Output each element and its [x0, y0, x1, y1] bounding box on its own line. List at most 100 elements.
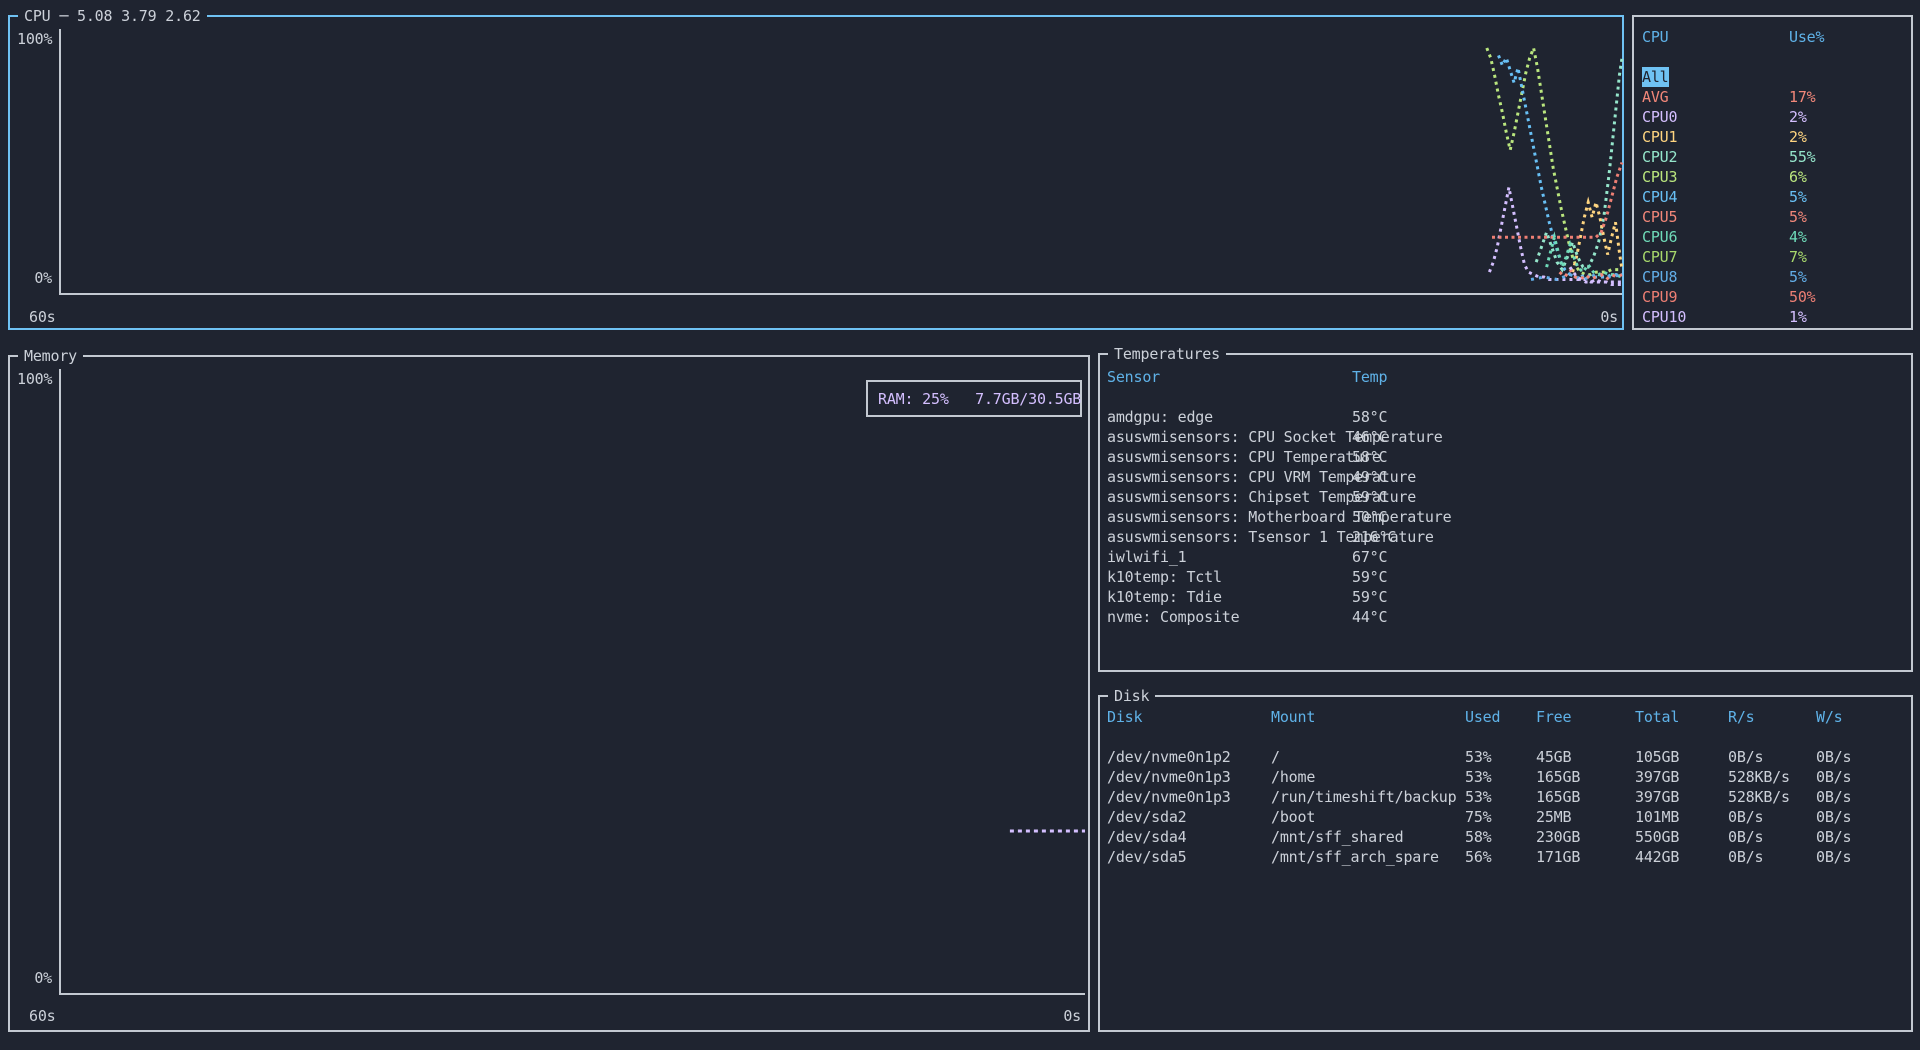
disk-row[interactable]: /dev/nvme0n1p3/run/timeshift/backup 53% 16…	[1100, 787, 1911, 807]
disk-cell: 45GB	[1536, 747, 1571, 767]
temperatures-widget[interactable]: Temperatures Sensor Temp amdgpu: edge58°…	[1098, 353, 1913, 672]
memory-x-right-label: 0s	[1011, 1006, 1081, 1026]
cpu-legend-row-cpu0[interactable]: CPU02%	[1634, 107, 1911, 127]
sensor-name: amdgpu: edge	[1107, 407, 1213, 427]
cpu-name: CPU2	[1642, 147, 1677, 167]
cpu-use-percent: 17%	[1789, 87, 1816, 107]
memory-y-max-label: 100%	[17, 369, 52, 389]
cpu-use-percent: 5%	[1789, 267, 1807, 287]
disk-cell: /run/timeshift/backup	[1271, 787, 1456, 807]
cpu-use-percent: 7%	[1789, 247, 1807, 267]
disk-cell: /dev/nvme0n1p3	[1107, 787, 1231, 807]
disk-row[interactable]: /dev/nvme0n1p2/53%45GB105GB0B/s0B/s	[1100, 747, 1911, 767]
cpu-legend-row-avg[interactable]: AVG 17%	[1634, 87, 1911, 107]
disk-cell: 105GB	[1635, 747, 1679, 767]
disk-row[interactable]: /dev/sda2/boot75%25MB101MB0B/s0B/s	[1100, 807, 1911, 827]
disk-cell: 101MB	[1635, 807, 1679, 827]
temperature-row[interactable]: asuswmisensors: CPU VRM Temperature49°C	[1100, 467, 1911, 487]
disk-col-mount: Mount	[1271, 707, 1315, 727]
ram-usage-legend: RAM: 25% 7.7GB/30.5GB	[866, 380, 1082, 417]
temperature-row[interactable]: k10temp: Tdie59°C	[1100, 587, 1911, 607]
sensor-name: asuswmisensors: CPU Temperature	[1107, 447, 1381, 467]
cpu-legend-row-cpu1[interactable]: CPU12%	[1634, 127, 1911, 147]
disk-cell: 442GB	[1635, 847, 1679, 867]
cpu-use-percent: 5%	[1789, 187, 1807, 207]
disk-cell: 0B/s	[1816, 847, 1851, 867]
cpu-legend-row-cpu8[interactable]: CPU8 5%	[1634, 267, 1911, 287]
temperature-row[interactable]: iwlwifi_167°C	[1100, 547, 1911, 567]
cpu-name: CPU9	[1642, 287, 1677, 307]
cpu-legend-row-cpu10[interactable]: CPU10 1%	[1634, 307, 1911, 327]
sensor-name: asuswmisensors: Motherboard Temperature	[1107, 507, 1451, 527]
disk-panel-title: Disk	[1108, 686, 1155, 706]
sensor-name: asuswmisensors: CPU Socket Temperature	[1107, 427, 1443, 447]
memory-widget[interactable]: Memory 100% 0% 60s 0s RAM: 25% 7.7GB/30.…	[8, 355, 1090, 1032]
sensor-temp: 50°C	[1352, 507, 1387, 527]
disk-cell: 165GB	[1536, 787, 1580, 807]
sensor-temp: 59°C	[1352, 587, 1387, 607]
disk-cell: 25MB	[1536, 807, 1571, 827]
memory-y-min-label: 0%	[12, 968, 52, 988]
temperature-row[interactable]: asuswmisensors: Chipset Temperature59°C	[1100, 487, 1911, 507]
temperature-row[interactable]: nvme: Composite44°C	[1100, 607, 1911, 627]
graph-series-cpu4	[1499, 55, 1623, 277]
cpu-name: CPU8	[1642, 267, 1677, 287]
sensor-temp: 59°C	[1352, 567, 1387, 587]
disk-cell: 75%	[1465, 807, 1492, 827]
disk-cell: 0B/s	[1816, 767, 1851, 787]
sensor-temp: 216°C	[1352, 527, 1396, 547]
sensor-temp: 49°C	[1352, 467, 1387, 487]
cpu-use-percent: 5%	[1789, 207, 1807, 227]
disk-col-used: Used	[1465, 707, 1500, 727]
cpu-legend-row-cpu5[interactable]: CPU55%	[1634, 207, 1911, 227]
cpu-widget[interactable]: CPU ─ 5.08 3.79 2.62 100% 0% 60s 0s	[8, 15, 1624, 330]
cpu-legend-widget[interactable]: CPU Use% AllAVG17%CPU02%CPU12%CPU255%CPU…	[1632, 15, 1913, 330]
cpu-legend-row-cpu7[interactable]: CPU77%	[1634, 247, 1911, 267]
cpu-use-percent: 50%	[1789, 287, 1816, 307]
sensor-name: nvme: Composite	[1107, 607, 1239, 627]
cpu-legend-row-cpu6[interactable]: CPU6 4%	[1634, 227, 1911, 247]
disk-cell: /dev/nvme0n1p3	[1107, 767, 1231, 787]
temperature-row[interactable]: k10temp: Tctl 59°C	[1100, 567, 1911, 587]
memory-panel-title: Memory	[18, 346, 83, 366]
sensor-name: k10temp: Tctl	[1107, 567, 1222, 587]
cpu-name: AVG	[1642, 87, 1669, 107]
temperature-row[interactable]: asuswmisensors: CPU Socket Temperature46…	[1100, 427, 1911, 447]
temperature-row[interactable]: asuswmisensors: Motherboard Temperature5…	[1100, 507, 1911, 527]
disk-widget[interactable]: Disk DiskMountUsedFreeTotalR/sW/s /dev/n…	[1098, 695, 1913, 1032]
cpu-name: CPU10	[1642, 307, 1686, 327]
disk-cell: 0B/s	[1728, 827, 1763, 847]
disk-cell: 53%	[1465, 787, 1492, 807]
cpu-use-percent: 1%	[1789, 307, 1807, 327]
cpu-legend-row-cpu4[interactable]: CPU45%	[1634, 187, 1911, 207]
disk-row[interactable]: /dev/sda5/mnt/sff_arch_spare56%171GB442G…	[1100, 847, 1911, 867]
disk-cell: /dev/nvme0n1p2	[1107, 747, 1231, 767]
cpu-legend-row-cpu3[interactable]: CPU36%	[1634, 167, 1911, 187]
temperature-row[interactable]: amdgpu: edge58°C	[1100, 407, 1911, 427]
disk-col-disk: Disk	[1107, 707, 1142, 727]
cpu-name: CPU6	[1642, 227, 1677, 247]
temperature-row[interactable]: asuswmisensors: CPU Temperature58°C	[1100, 447, 1911, 467]
cpu-legend-row-all[interactable]: All	[1634, 67, 1911, 87]
temperature-row[interactable]: asuswmisensors: Tsensor 1 Temperature216…	[1100, 527, 1911, 547]
disk-cell: 56%	[1465, 847, 1492, 867]
cpu-x-right-label: 0s	[1548, 307, 1618, 327]
cpu-legend-col-cpu: CPU	[1642, 27, 1669, 47]
cpu-use-percent: 2%	[1789, 107, 1807, 127]
cpu-use-percent: 6%	[1789, 167, 1807, 187]
disk-cell: 0B/s	[1728, 747, 1763, 767]
disk-row[interactable]: /dev/nvme0n1p3/home53%165GB397GB528KB/s0…	[1100, 767, 1911, 787]
cpu-use-percent: 4%	[1789, 227, 1807, 247]
disk-cell: 550GB	[1635, 827, 1679, 847]
temps-col-sensor: Sensor	[1107, 367, 1160, 387]
cpu-legend-row-cpu2[interactable]: CPU255%	[1634, 147, 1911, 167]
disk-cell: /dev/sda5	[1107, 847, 1186, 867]
cpu-legend-row-cpu9[interactable]: CPU9 50%	[1634, 287, 1911, 307]
disk-row[interactable]: /dev/sda4/mnt/sff_shared58%230GB550GB0B/…	[1100, 827, 1911, 847]
disk-cell: 0B/s	[1728, 807, 1763, 827]
disk-cell: /mnt/sff_shared	[1271, 827, 1403, 847]
disk-cell: 0B/s	[1816, 827, 1851, 847]
disk-cell: 528KB/s	[1728, 767, 1790, 787]
disk-cell: 397GB	[1635, 787, 1679, 807]
sensor-temp: 46°C	[1352, 427, 1387, 447]
